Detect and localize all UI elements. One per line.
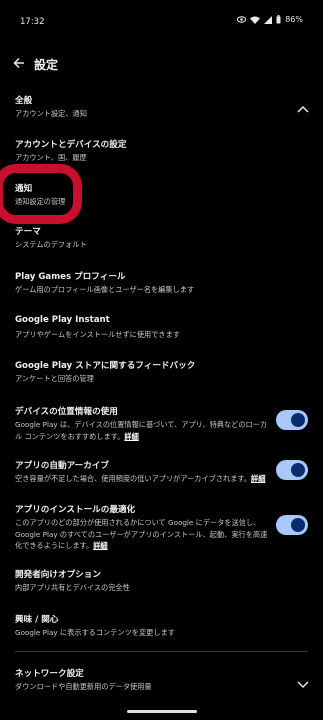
location-sub: Google Play は、デバイスの位置情報に基づいて、アプリ、特典などのロー…	[15, 420, 268, 441]
archive-learn-more-link[interactable]: 詳細	[251, 474, 265, 483]
auto-archive-toggle[interactable]	[276, 460, 308, 480]
account-device-settings[interactable]: アカウントとデバイスの設定 アカウント、国、履歴	[0, 134, 323, 168]
feedback-label: Google Play ストアに関するフィードバック	[15, 361, 196, 371]
interests-label: 興味 / 関心	[15, 615, 59, 625]
developer-sub: 内部アプリ共有とデバイスの完全性	[15, 583, 130, 592]
games-sub: ゲーム用のプロフィール画像とユーザー名を編集します	[15, 285, 195, 294]
install-optimization-setting[interactable]: アプリのインストールの最適化 このアプリのどの部分が使用されるかについて Goo…	[0, 501, 323, 553]
theme-setting[interactable]: テーマ システムのデフォルト	[0, 225, 323, 255]
install-label: アプリのインストールの最適化	[15, 505, 136, 515]
toggle-knob	[291, 463, 305, 477]
instant-sub: アプリやゲームをインストールせずに使用できます	[15, 330, 180, 339]
battery-icon	[276, 15, 281, 24]
wifi-icon	[250, 16, 261, 24]
interests-sub: Google Play に表示するコンテンツを変更します	[15, 628, 175, 637]
theme-sub: システムのデフォルト	[15, 240, 87, 249]
location-label: デバイスの位置情報の使用	[15, 407, 118, 417]
system-icons: 86%	[237, 15, 303, 24]
status-bar: 17:32 86%	[0, 0, 323, 44]
network-label: ネットワーク設定	[15, 669, 84, 679]
gesture-navigation-bar[interactable]	[127, 710, 197, 713]
battery-percent: 86%	[285, 15, 303, 24]
page-title: 設定	[34, 58, 59, 72]
account-sub: アカウント、国、履歴	[15, 153, 87, 162]
archive-label: アプリの自動アーカイブ	[15, 461, 110, 471]
instant-label: Google Play Instant	[15, 315, 110, 325]
google-play-instant[interactable]: Google Play Instant アプリやゲームをインストールせずに使用で…	[0, 312, 323, 346]
developer-options[interactable]: 開発者向けオプション 内部アプリ共有とデバイスの完全性	[0, 566, 323, 600]
archive-sub: 空き容量が不足した場合、使用頻度の低いアプリがアーカイブされます。詳細	[15, 474, 266, 483]
install-optimization-toggle[interactable]	[276, 515, 308, 535]
feedback-sub: アンケートと回答の管理	[15, 374, 94, 383]
theme-label: テーマ	[15, 227, 41, 237]
account-label: アカウントとデバイスの設定	[15, 140, 127, 150]
install-sub: このアプリのどの部分が使用されるかについて Google にデータを送信し、Go…	[15, 518, 268, 550]
general-section-header[interactable]: 全般 アカウント設定、通知	[0, 90, 323, 126]
play-games-profile[interactable]: Play Games プロフィール ゲーム用のプロフィール画像とユーザー名を編集…	[0, 268, 323, 302]
toggle-knob	[291, 413, 305, 427]
red-highlight-annotation	[0, 164, 82, 224]
network-settings-section[interactable]: ネットワーク設定 ダウンロードや自動更新用のデータ使用量	[0, 664, 323, 696]
auto-archive-setting[interactable]: アプリの自動アーカイブ 空き容量が不足した場合、使用頻度の低いアプリがアーカイブ…	[0, 456, 323, 490]
games-label: Play Games プロフィール	[15, 272, 126, 282]
general-sub: アカウント設定、通知	[15, 109, 87, 118]
developer-label: 開発者向けオプション	[15, 570, 101, 580]
toggle-knob	[291, 518, 305, 532]
section-divider	[15, 651, 308, 652]
location-learn-more-link[interactable]: 詳細	[124, 432, 138, 441]
location-toggle[interactable]	[276, 410, 308, 430]
general-label: 全般	[15, 96, 33, 106]
network-sub: ダウンロードや自動更新用のデータ使用量	[15, 682, 152, 691]
chevron-up-icon	[297, 98, 309, 117]
device-location-setting[interactable]: デバイスの位置情報の使用 Google Play は、デバイスの位置情報に基づい…	[0, 401, 323, 447]
interests-setting[interactable]: 興味 / 関心 Google Play に表示するコンテンツを変更します	[0, 611, 323, 645]
app-bar: 設定	[0, 48, 323, 84]
eye-icon	[237, 16, 247, 23]
play-store-feedback[interactable]: Google Play ストアに関するフィードバック アンケートと回答の管理	[0, 357, 323, 391]
signal-icon	[264, 15, 273, 24]
back-arrow-icon[interactable]	[10, 54, 28, 72]
clock: 17:32	[20, 17, 45, 27]
chevron-down-icon	[297, 674, 309, 693]
install-learn-more-link[interactable]: 詳細	[93, 541, 107, 550]
